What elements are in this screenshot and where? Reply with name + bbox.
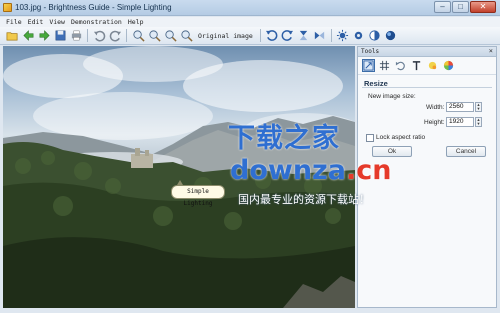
title-bar[interactable]: 103.jpg - Brightness Guide - Simple Ligh… [0,0,500,16]
new-image-size-label: New image size: [368,93,416,100]
zoom-out-icon[interactable] [147,29,161,43]
height-input[interactable]: 1920 [446,117,474,127]
toolbar-separator [87,29,88,42]
zoom-fit-icon[interactable] [163,29,177,43]
height-stepper[interactable]: ▲ ▼ [475,117,482,127]
redo-icon[interactable] [108,29,122,43]
app-icon [3,3,12,12]
back-arrow-icon[interactable] [21,29,35,43]
menu-help[interactable]: Help [128,17,144,27]
settings-icon[interactable] [352,29,366,43]
lock-aspect-checkbox[interactable] [366,134,374,142]
tools-panel-title: Tools [361,48,380,55]
brightness-icon[interactable] [336,29,350,43]
toolbar-separator [259,29,261,42]
menu-demonstration[interactable]: Demonstration [71,17,122,27]
tooltip: Simple Lighting [171,185,225,207]
highlight-tool-icon[interactable] [426,59,439,72]
resize-tool-icon[interactable] [362,59,375,72]
lock-aspect-label: Lock aspect ratio [376,134,426,141]
open-folder-icon[interactable] [5,29,19,43]
minimize-button[interactable]: – [434,1,451,13]
close-button[interactable]: ✕ [470,1,496,13]
save-icon[interactable] [53,29,67,43]
window-controls: – □ ✕ [434,1,496,13]
landscape-photo [3,46,355,308]
toolbar-separator [330,29,332,42]
tools-panel: Tools × Resize New image size: Width: 25… [357,46,497,308]
ok-button[interactable]: Ok [372,146,412,157]
grid-tool-icon[interactable] [378,59,391,72]
app-window: 103.jpg - Brightness Guide - Simple Ligh… [0,0,500,313]
original-image-button[interactable]: Original image [195,32,256,40]
menu-file[interactable]: File [6,17,22,27]
menu-view[interactable]: View [49,17,65,27]
flip-horizontal-icon[interactable] [313,29,327,43]
width-label: Width: [426,104,445,111]
width-input[interactable]: 2560 [446,102,474,112]
toolbar-separator [126,29,127,42]
color-palette-icon[interactable] [442,59,455,72]
height-label: Height: [424,119,445,126]
cancel-button[interactable]: Cancel [446,146,486,157]
rotate-left-icon[interactable] [265,29,279,43]
text-tool-icon[interactable] [410,59,423,72]
undo-icon[interactable] [92,29,106,43]
section-divider [362,87,492,88]
width-stepper[interactable]: ▲ ▼ [475,102,482,112]
forward-arrow-icon[interactable] [37,29,51,43]
window-title: 103.jpg - Brightness Guide - Simple Ligh… [15,3,172,12]
tools-panel-header: Tools × [358,47,496,57]
tools-tab-bar [358,57,496,75]
flip-vertical-icon[interactable] [297,29,311,43]
image-viewport[interactable] [3,46,355,308]
toolbar: Original image [0,27,500,45]
maximize-button[interactable]: □ [452,1,469,13]
contrast-icon[interactable] [368,29,382,43]
zoom-actual-icon[interactable] [179,29,193,43]
zoom-in-icon[interactable] [131,29,145,43]
menu-bar: File Edit View Demonstration Help [0,17,500,27]
tools-close-button[interactable]: × [489,47,493,56]
undo-tool-icon[interactable] [394,59,407,72]
print-icon[interactable] [69,29,83,43]
menu-edit[interactable]: Edit [28,17,44,27]
color-icon[interactable] [384,29,398,43]
rotate-right-icon[interactable] [281,29,295,43]
